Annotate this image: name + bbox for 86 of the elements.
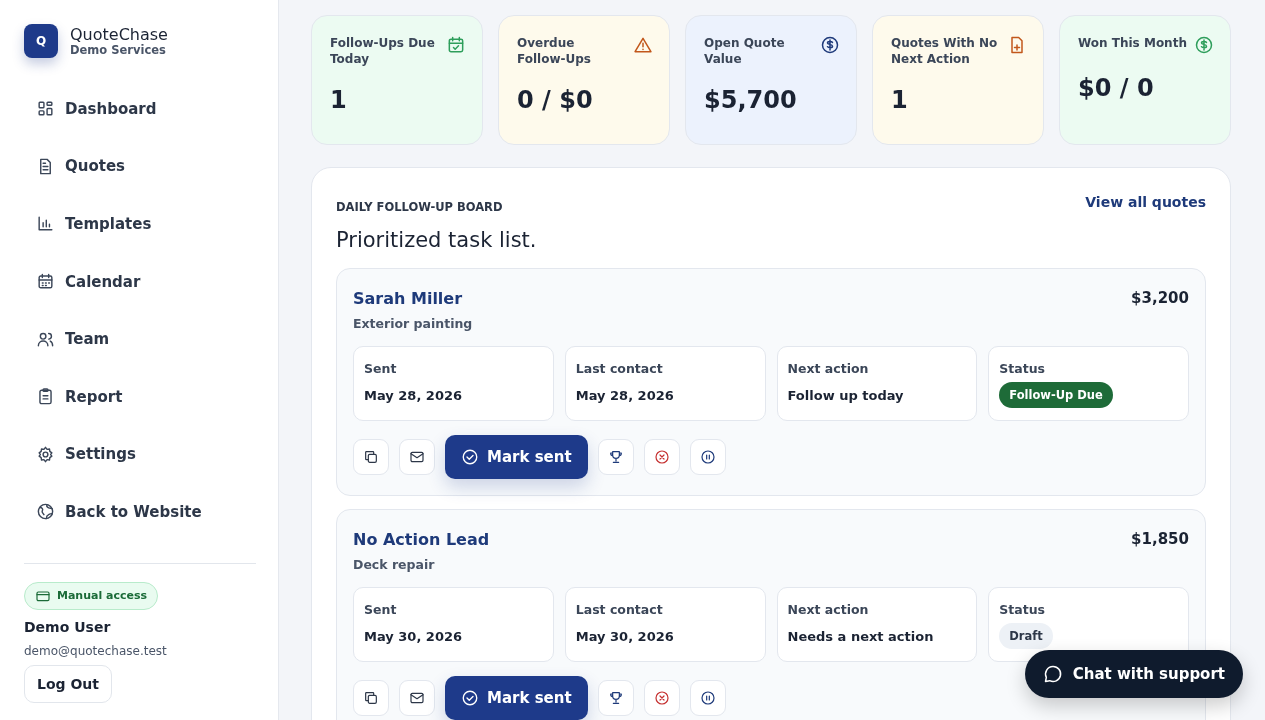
settings-icon	[36, 444, 55, 464]
stat-value: 1	[891, 86, 909, 114]
brand-name: QuoteChase	[70, 25, 168, 44]
nav-item[interactable]: Templates	[24, 195, 254, 253]
stat-value: 0 / $0	[517, 86, 594, 114]
cancel-button[interactable]	[643, 680, 680, 716]
dollar-icon	[820, 35, 840, 55]
tile-value: Follow up today	[787, 388, 905, 403]
tile-label: Last contact	[575, 602, 664, 617]
pause-icon	[699, 449, 716, 465]
tile-value: May 28, 2026	[364, 388, 464, 403]
client-name[interactable]: Sarah Miller	[353, 289, 463, 308]
copy-button[interactable]	[353, 680, 389, 716]
tile-value: May 30, 2026	[364, 629, 464, 644]
pause-button[interactable]	[689, 680, 726, 716]
quote-amount: $1,850	[1131, 530, 1189, 549]
x-circle-icon	[653, 449, 670, 465]
copy-icon	[363, 690, 379, 706]
chat-support-button[interactable]: Chat with support	[1024, 650, 1243, 698]
tile-value: Needs a next action	[787, 629, 935, 644]
stat-label: Overdue Follow-Ups	[517, 35, 592, 67]
quote-amount: $3,200	[1131, 289, 1189, 308]
email-button[interactable]	[399, 680, 435, 716]
calendar-check-icon	[446, 35, 466, 55]
nav-item[interactable]: Settings	[24, 425, 254, 484]
x-circle-icon	[653, 690, 670, 706]
stat-label: Won This Month	[1078, 35, 1187, 52]
stat-value: 1	[330, 86, 348, 114]
status-badge: Follow-Up Due	[999, 382, 1113, 408]
tile-label: Status	[999, 361, 1046, 376]
service-name: Deck repair	[353, 557, 436, 572]
trophy-button[interactable]	[597, 680, 634, 716]
stat-label: Open Quote Value	[704, 35, 786, 67]
user-email: demo@quotechase.test	[24, 643, 168, 658]
tile-label: Sent	[364, 602, 398, 617]
envelope-icon	[409, 690, 425, 706]
nav-item[interactable]: Quotes	[24, 137, 254, 196]
trophy-button[interactable]	[597, 439, 634, 475]
view-all-link[interactable]: View all quotes	[1085, 194, 1206, 210]
status-badge: Draft	[999, 623, 1053, 649]
nav-item[interactable]: Team	[24, 310, 254, 368]
clipboard-icon	[36, 387, 55, 407]
trophy-icon	[607, 690, 624, 706]
board-eyebrow: DAILY FOLLOW-UP BOARD	[336, 200, 503, 214]
stat-label: Follow-Ups Due Today	[330, 35, 436, 67]
email-button[interactable]	[399, 439, 435, 475]
stat-label: Quotes With No Next Action	[891, 35, 999, 67]
check-circle-icon	[461, 448, 479, 466]
dollar-icon	[1194, 35, 1214, 55]
nav-item[interactable]: Calendar	[24, 252, 254, 311]
chat-bubble-icon	[1042, 664, 1063, 684]
tile-label: Next action	[787, 602, 870, 617]
pause-icon	[699, 690, 716, 706]
user-name: Demo User	[24, 618, 112, 635]
nav-item[interactable]: Back to Website	[24, 483, 254, 541]
cancel-button[interactable]	[643, 439, 680, 475]
service-name: Exterior painting	[353, 316, 474, 331]
tile-value: May 30, 2026	[575, 629, 675, 644]
check-circle-icon	[461, 689, 479, 707]
tile-label: Status	[999, 602, 1046, 617]
envelope-icon	[409, 449, 425, 465]
copy-button[interactable]	[353, 439, 389, 475]
client-name[interactable]: No Action Lead	[353, 530, 490, 549]
tile-label: Next action	[787, 361, 870, 376]
nav-item[interactable]: Report	[24, 367, 254, 426]
brand-subtitle: Demo Services	[70, 43, 167, 57]
tile-label: Last contact	[575, 361, 664, 376]
tile-label: Sent	[364, 361, 398, 376]
globe-icon	[36, 502, 55, 522]
copy-icon	[363, 449, 379, 465]
stat-value: $0 / 0	[1078, 74, 1155, 102]
warning-icon	[633, 35, 653, 55]
access-badge: Manual access	[24, 581, 159, 610]
nav-item[interactable]: Dashboard	[24, 80, 254, 138]
dashboard-icon	[36, 99, 55, 119]
mark-sent-button[interactable]: Mark sent	[445, 676, 588, 720]
pause-button[interactable]	[689, 439, 726, 475]
tile-value: May 28, 2026	[575, 388, 675, 403]
calendar-icon	[36, 272, 55, 292]
stat-value: $5,700	[704, 86, 798, 114]
trophy-icon	[607, 449, 624, 465]
bar-chart-icon	[36, 214, 55, 234]
mark-sent-button[interactable]: Mark sent	[445, 435, 588, 479]
board-title: Prioritized task list.	[336, 228, 538, 252]
app-logo: Q	[24, 24, 58, 58]
logout-button[interactable]: Log Out	[24, 664, 112, 703]
